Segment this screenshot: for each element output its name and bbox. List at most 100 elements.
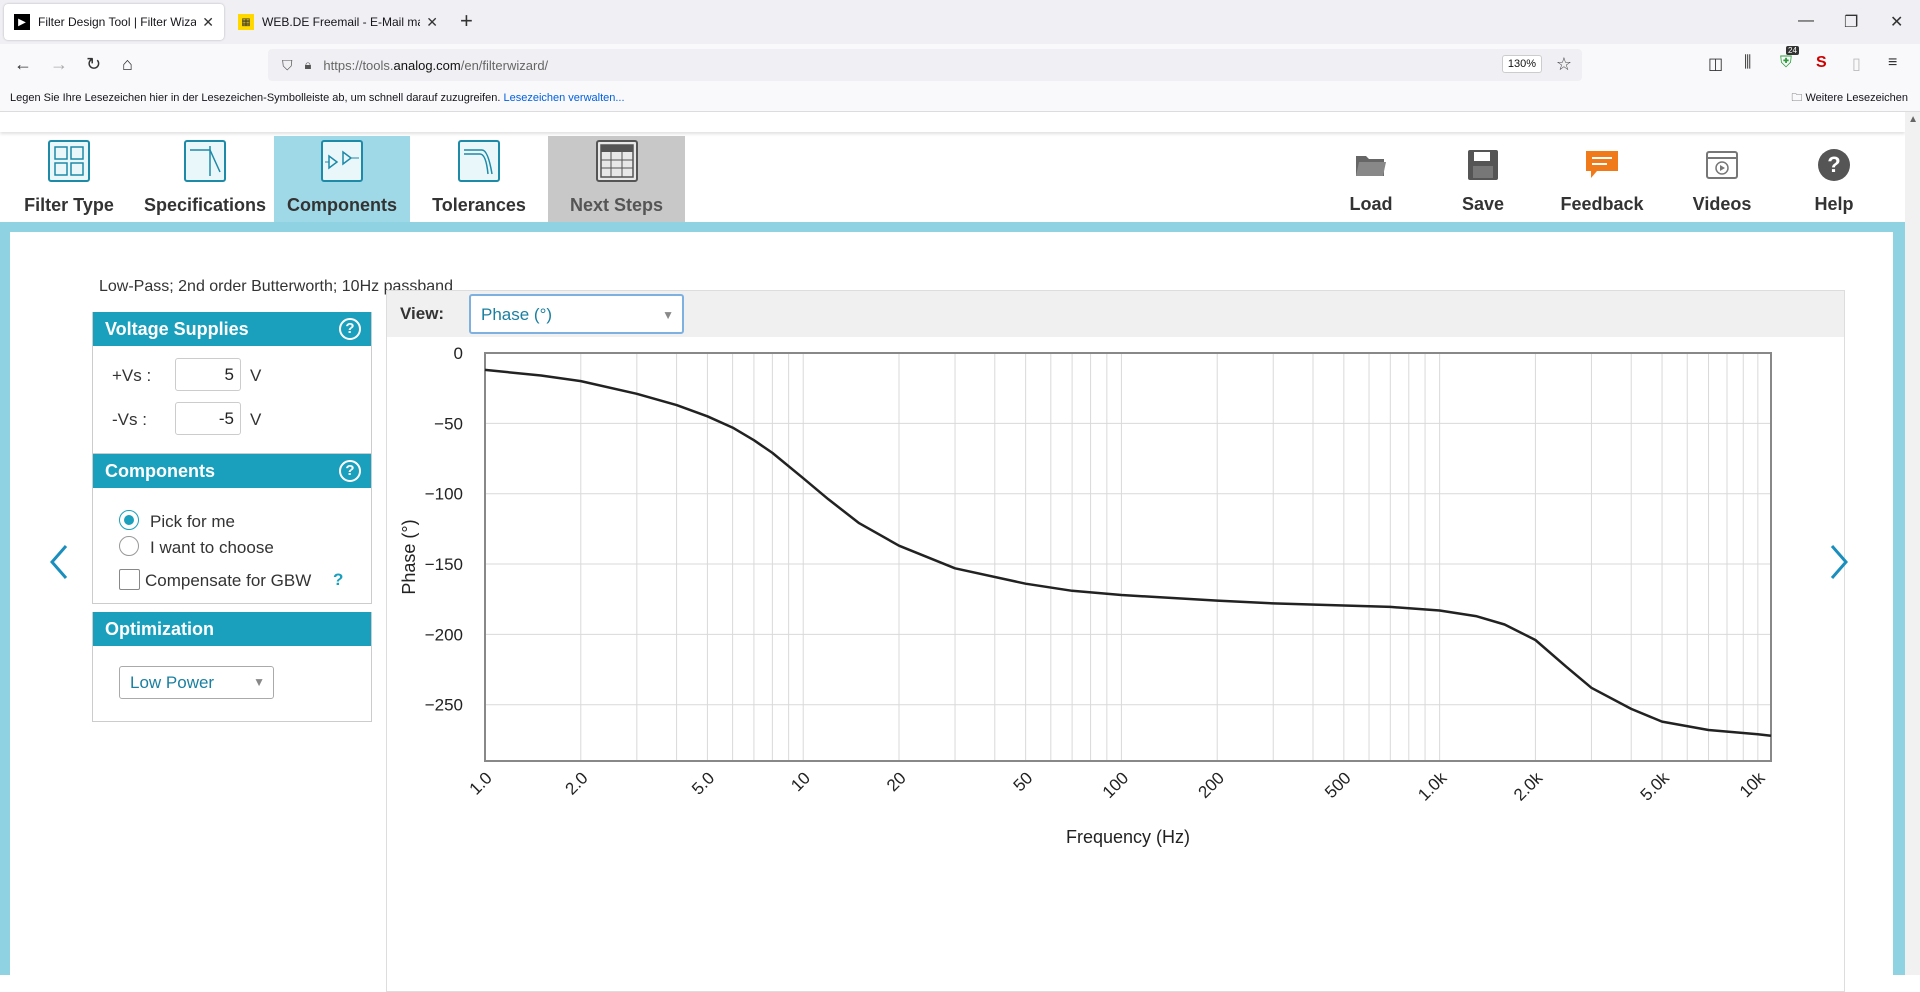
lock-icon[interactable]: 🔒︎: [305, 57, 312, 73]
step-label: Tolerances: [432, 195, 526, 215]
tool-label: Save: [1461, 194, 1505, 214]
optimization-value: Low Power: [130, 673, 215, 692]
step-next-steps[interactable]: Next Steps: [548, 136, 685, 222]
x-tick-label: 5.0: [688, 768, 718, 798]
tab-filter-design-tool[interactable]: ▶ Filter Design Tool | Filter Wizard ✕: [4, 4, 224, 40]
components-icon: [321, 140, 363, 182]
close-tab-icon[interactable]: ✕: [202, 14, 214, 31]
menu-icon[interactable]: ≡: [1888, 54, 1897, 72]
load-button[interactable]: Load: [1321, 148, 1421, 215]
step-tolerances[interactable]: Tolerances: [412, 136, 546, 222]
back-icon[interactable]: ←: [14, 54, 32, 74]
y-tick-label: 0: [454, 344, 463, 363]
x-tick-label: 2.0k: [1510, 768, 1547, 805]
tab-webde-freemail[interactable]: ▦ WEB.DE Freemail - E-Mail made ✕: [228, 4, 448, 40]
close-tab-icon[interactable]: ✕: [426, 14, 438, 31]
zoom-level[interactable]: 130%: [1501, 55, 1542, 73]
browser-tab-bar: ▶ Filter Design Tool | Filter Wizard ✕ ▦…: [0, 0, 1920, 44]
step-label: Next Steps: [569, 195, 664, 215]
minus-vs-unit: V: [250, 410, 262, 429]
videos-button[interactable]: Videos: [1672, 148, 1772, 215]
tool-label: Feedback: [1560, 194, 1644, 214]
step-components[interactable]: Components: [274, 136, 410, 222]
help-button[interactable]: ? Help: [1784, 148, 1884, 215]
x-tick-label: 50: [1010, 768, 1037, 795]
library-icon[interactable]: ⫼: [1744, 54, 1751, 72]
save-button[interactable]: Save: [1433, 148, 1533, 215]
minus-vs-label: -Vs :: [112, 410, 147, 429]
bookmark-star-icon[interactable]: ☆: [1556, 54, 1572, 75]
tool-label: Videos: [1692, 194, 1752, 214]
x-tick-label: 5.0k: [1637, 768, 1674, 805]
url-text[interactable]: https://tools.analog.com/en/filterwizard…: [323, 58, 548, 73]
view-value: Phase (°): [481, 305, 553, 324]
new-tab-icon[interactable]: +: [460, 10, 473, 32]
compensate-help-icon[interactable]: ?: [333, 570, 343, 590]
optimization-panel: Optimization Low Power ▼: [92, 612, 372, 722]
optimization-select[interactable]: Low Power ▼: [119, 666, 274, 699]
address-bar[interactable]: ⛉ 🔒︎ https://tools.analog.com/en/filterw…: [268, 49, 1582, 81]
close-window-icon[interactable]: ✕: [1890, 12, 1903, 32]
plus-vs-unit: V: [250, 366, 262, 385]
wizard-content: Low-Pass; 2nd order Butterworth; 10Hz pa…: [10, 232, 1893, 992]
restore-icon[interactable]: ❐: [1844, 12, 1858, 32]
extension-shield-icon[interactable]: ⛨ 24: [1780, 46, 1799, 72]
filter-type-icon: [48, 140, 90, 182]
scroll-up-icon[interactable]: ▲: [1908, 114, 1918, 125]
next-step-arrow-icon[interactable]: [1828, 542, 1852, 589]
pick-for-me-radio[interactable]: [119, 510, 139, 530]
pick-for-me-label[interactable]: Pick for me: [150, 512, 235, 532]
browser-nav-bar: ← → ↻ ⌂ ⛉ 🔒︎ https://tools.analog.com/en…: [0, 44, 1920, 86]
manage-bookmarks-link[interactable]: Lesezeichen verwalten...: [503, 92, 624, 104]
step-specifications[interactable]: Specifications: [138, 136, 272, 222]
panel-title: Optimization: [105, 619, 214, 639]
plus-vs-input[interactable]: 5: [175, 358, 241, 391]
i-want-to-choose-radio[interactable]: [119, 536, 139, 556]
view-label: View:: [400, 304, 445, 323]
tolerances-icon: [458, 140, 500, 182]
view-select[interactable]: Phase (°) ▼: [469, 294, 684, 334]
help-circle-icon[interactable]: ?: [339, 318, 361, 340]
reload-icon[interactable]: ↻: [86, 54, 101, 74]
voltage-supplies-panel: Voltage Supplies ? +Vs : 5 V -Vs : -5 V: [92, 312, 372, 454]
x-tick-label: 200: [1195, 768, 1228, 801]
tracking-shield-icon[interactable]: ⛉: [282, 57, 293, 74]
x-tick-label: 10k: [1736, 768, 1769, 801]
panel-header: Components ?: [93, 454, 371, 488]
y-tick-label: −250: [425, 696, 463, 715]
compensate-gbw-label[interactable]: Compensate for GBW: [145, 571, 311, 591]
panel-title: Components: [105, 461, 215, 481]
minus-vs-input[interactable]: -5: [175, 402, 241, 435]
step-label: Filter Type: [24, 195, 114, 215]
more-bookmarks-button[interactable]: 🗀︎ Weitere Lesezeichen: [1791, 86, 1908, 110]
folder-icon: [1354, 148, 1388, 182]
forward-icon[interactable]: →: [50, 54, 68, 74]
x-tick-label: 100: [1099, 768, 1132, 801]
help-circle-icon[interactable]: ?: [339, 460, 361, 482]
specifications-icon: [184, 140, 226, 182]
view-bar: View: Phase (°) ▼: [387, 291, 1844, 337]
step-filter-type[interactable]: Filter Type: [14, 136, 124, 222]
webde-favicon-icon: ▦: [238, 14, 254, 30]
page: ▲ Filter Type Specifications Components …: [0, 112, 1920, 992]
page-scrollbar[interactable]: ▲: [1905, 112, 1920, 975]
panel-title: Voltage Supplies: [105, 319, 249, 339]
previous-step-arrow-icon[interactable]: [46, 542, 70, 589]
home-icon[interactable]: ⌂: [122, 54, 133, 74]
i-want-to-choose-label[interactable]: I want to choose: [150, 538, 274, 558]
y-axis-label: Phase (°): [399, 519, 419, 594]
minimize-icon[interactable]: —: [1798, 12, 1814, 30]
tool-label: Load: [1349, 194, 1393, 214]
plus-vs-label: +Vs :: [112, 366, 152, 385]
compensate-gbw-checkbox[interactable]: [119, 569, 140, 590]
chart-container: View: Phase (°) ▼ 0 −50 −100 −150 −200 −250 1.…: [386, 290, 1845, 992]
header-strip: [0, 112, 1905, 132]
floppy-disk-icon: [1466, 148, 1500, 182]
pocket-icon[interactable]: ◫: [1708, 54, 1723, 74]
extension-phone-icon[interactable]: ▯: [1852, 54, 1861, 74]
feedback-button[interactable]: Feedback: [1552, 148, 1652, 215]
step-label: Specifications: [143, 195, 267, 215]
panel-header: Optimization: [93, 612, 371, 646]
extension-s-icon[interactable]: S: [1816, 54, 1827, 72]
folder-icon: 🗀︎: [1791, 92, 1806, 104]
